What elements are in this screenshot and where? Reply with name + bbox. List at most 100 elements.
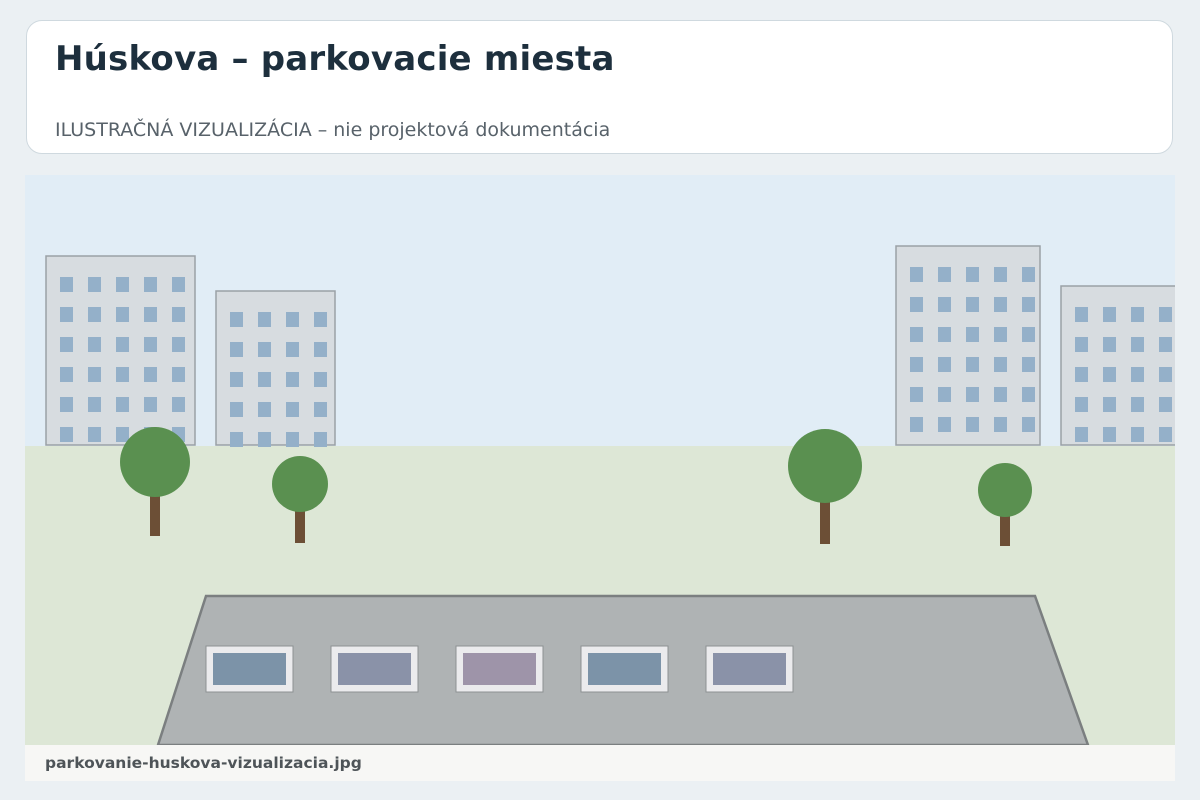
building-window [172, 307, 185, 322]
building-window [88, 277, 101, 292]
parked-car [713, 653, 786, 685]
building-window [116, 337, 129, 352]
building-window [938, 327, 951, 342]
header-card: Húskova – parkovacie miesta ILUSTRAČNÁ V… [26, 20, 1173, 154]
parking-visualization [25, 175, 1175, 745]
parking-spot-1 [205, 645, 294, 693]
building-window [314, 432, 327, 447]
building-window [1022, 417, 1035, 432]
building-window [144, 367, 157, 382]
building-window [1103, 397, 1116, 412]
apartment-building-2 [215, 290, 336, 447]
building-window [938, 357, 951, 372]
building-window [1075, 367, 1088, 382]
building-window [1159, 397, 1172, 412]
building-window [314, 402, 327, 417]
building-window [116, 307, 129, 322]
building-window [258, 342, 271, 357]
building-window [966, 267, 979, 282]
parked-car [588, 653, 661, 685]
building-window [286, 372, 299, 387]
building-window [1131, 367, 1144, 382]
building-window [1103, 427, 1116, 442]
building-window [144, 337, 157, 352]
tree-trunk [295, 509, 305, 543]
building-window [88, 367, 101, 382]
building-window [60, 337, 73, 352]
building-window [910, 357, 923, 372]
building-window [116, 277, 129, 292]
page-subtitle: ILUSTRAČNÁ VIZUALIZÁCIA – nie projektová… [55, 119, 611, 141]
building-window [230, 402, 243, 417]
tree-trunk [820, 501, 830, 544]
building-window [1075, 337, 1088, 352]
parking-spot-5 [705, 645, 794, 693]
building-window [116, 397, 129, 412]
building-window [60, 397, 73, 412]
building-window [172, 277, 185, 292]
parked-car [213, 653, 286, 685]
building-window [230, 432, 243, 447]
building-window [1022, 267, 1035, 282]
building-window [938, 267, 951, 282]
tree-trunk [150, 493, 160, 536]
tree-crown [788, 429, 862, 503]
page-title: Húskova – parkovacie miesta [55, 39, 615, 79]
building-window [1131, 427, 1144, 442]
building-window [1075, 427, 1088, 442]
building-window [60, 307, 73, 322]
building-window [910, 417, 923, 432]
building-window [116, 427, 129, 442]
parking-spot-4 [580, 645, 669, 693]
building-window [1103, 367, 1116, 382]
building-window [994, 417, 1007, 432]
building-window [286, 342, 299, 357]
building-window [1131, 397, 1144, 412]
building-window [966, 387, 979, 402]
building-window [230, 312, 243, 327]
parked-car [463, 653, 536, 685]
building-window [938, 297, 951, 312]
building-window [258, 312, 271, 327]
apartment-building-4 [1060, 285, 1175, 446]
building-window [966, 417, 979, 432]
building-window [286, 312, 299, 327]
building-window [966, 327, 979, 342]
image-filename: parkovanie-huskova-vizualizacia.jpg [45, 754, 362, 772]
building-window [1159, 367, 1172, 382]
building-window [1159, 337, 1172, 352]
building-window [60, 427, 73, 442]
building-window [144, 307, 157, 322]
building-window [966, 357, 979, 372]
building-window [314, 372, 327, 387]
building-window [172, 397, 185, 412]
building-window [88, 427, 101, 442]
parked-car [338, 653, 411, 685]
building-window [1131, 307, 1144, 322]
building-window [88, 307, 101, 322]
building-window [910, 267, 923, 282]
building-window [230, 342, 243, 357]
building-window [938, 417, 951, 432]
building-window [286, 402, 299, 417]
building-window [88, 337, 101, 352]
building-window [1075, 307, 1088, 322]
building-window [230, 372, 243, 387]
building-window [258, 432, 271, 447]
tree-trunk [1000, 514, 1010, 546]
parking-spot-3 [455, 645, 544, 693]
tree-crown [120, 427, 190, 497]
building-window [994, 327, 1007, 342]
building-window [144, 277, 157, 292]
apartment-building-3 [895, 245, 1041, 446]
tree-crown [272, 456, 328, 512]
building-window [994, 267, 1007, 282]
building-window [1159, 427, 1172, 442]
building-window [938, 387, 951, 402]
building-window [1131, 337, 1144, 352]
building-window [1103, 337, 1116, 352]
caption-bar: parkovanie-huskova-vizualizacia.jpg [25, 745, 1175, 781]
apartment-building-1 [45, 255, 196, 446]
building-window [910, 327, 923, 342]
building-window [1103, 307, 1116, 322]
